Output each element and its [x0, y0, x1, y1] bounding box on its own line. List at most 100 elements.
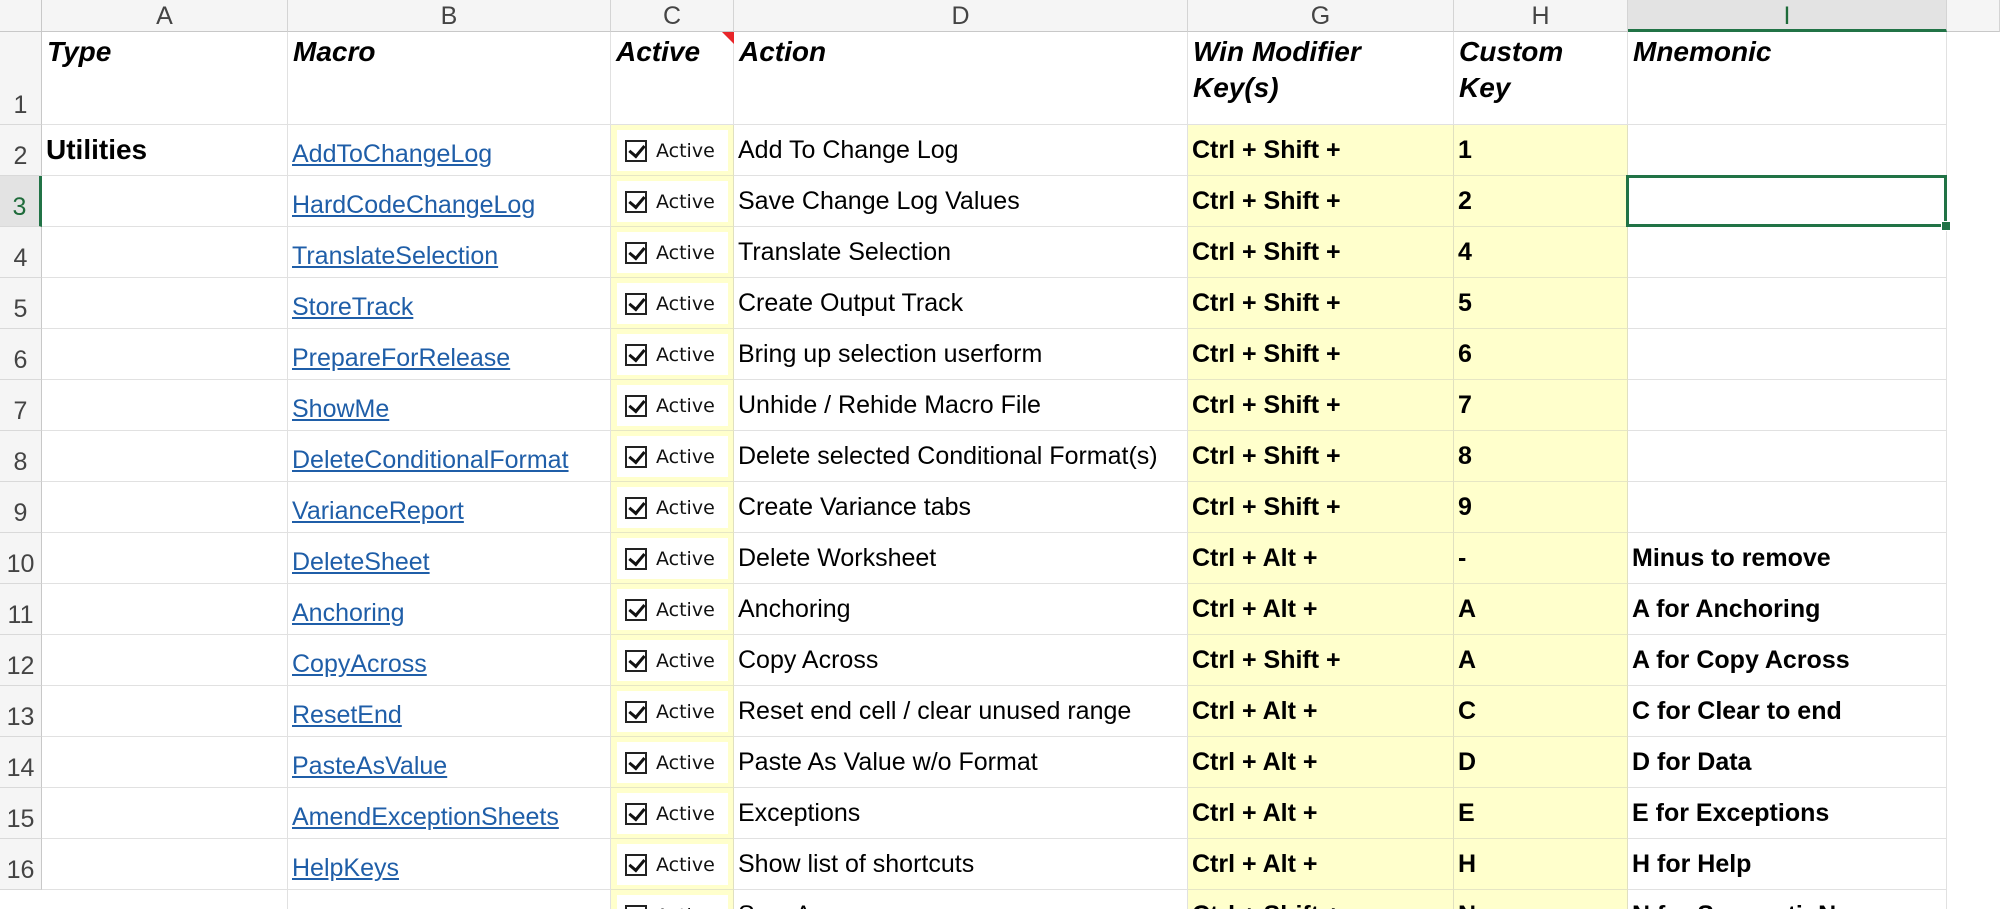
- header-cell-custom-key[interactable]: Custom Key: [1454, 32, 1628, 125]
- type-cell[interactable]: [42, 176, 288, 227]
- custom-key-cell[interactable]: 1: [1454, 125, 1628, 176]
- column-header-d[interactable]: D: [734, 0, 1188, 32]
- action-cell[interactable]: Save Change Log Values: [734, 176, 1188, 227]
- type-cell[interactable]: [42, 380, 288, 431]
- row-header-14[interactable]: 14: [0, 737, 42, 788]
- macro-link[interactable]: DeleteConditionalFormat: [292, 446, 569, 475]
- macro-link[interactable]: HelpKeys: [292, 854, 399, 883]
- active-checkbox[interactable]: Active: [617, 691, 728, 732]
- modifier-cell[interactable]: Ctrl + Shift +: [1188, 227, 1454, 278]
- checkbox-checked-icon[interactable]: [625, 802, 647, 825]
- macro-link[interactable]: HardCodeChangeLog: [292, 191, 535, 220]
- row-header-4[interactable]: 4: [0, 227, 42, 278]
- macro-cell[interactable]: VarianceReport: [288, 482, 611, 533]
- column-header-a[interactable]: A: [42, 0, 288, 32]
- custom-key-cell[interactable]: C: [1454, 686, 1628, 737]
- row-header-9[interactable]: 9: [0, 482, 42, 533]
- row-header-7[interactable]: 7: [0, 380, 42, 431]
- action-cell[interactable]: Add To Change Log: [734, 125, 1188, 176]
- active-checkbox[interactable]: Active: [617, 793, 728, 834]
- type-cell[interactable]: [42, 431, 288, 482]
- custom-key-cell[interactable]: 2: [1454, 176, 1628, 227]
- checkbox-checked-icon[interactable]: [625, 649, 647, 672]
- row-header-15[interactable]: 15: [0, 788, 42, 839]
- modifier-cell[interactable]: Ctrl + Shift +: [1188, 329, 1454, 380]
- macro-cell[interactable]: HardCodeChangeLog: [288, 176, 611, 227]
- modifier-cell[interactable]: Ctrl + Shift +: [1188, 380, 1454, 431]
- mnemonic-cell[interactable]: E for Exceptions: [1628, 788, 1947, 839]
- modifier-cell[interactable]: Ctrl + Alt +: [1188, 686, 1454, 737]
- active-checkbox[interactable]: Active: [617, 742, 728, 783]
- macro-link[interactable]: ResetEnd: [292, 701, 402, 730]
- select-all-corner[interactable]: [0, 0, 42, 32]
- macro-link[interactable]: ShowMe: [292, 395, 389, 424]
- spreadsheet-grid[interactable]: A B C D G H I 1 2 3 4 5 6 7 8 9 10 11 12 13 14 15 16 Type Macro A…: [0, 0, 2000, 909]
- mnemonic-cell[interactable]: [1628, 329, 1947, 380]
- action-cell[interactable]: Sum A: [734, 890, 1188, 909]
- macro-cell[interactable]: DeleteConditionalFormat: [288, 431, 611, 482]
- mnemonic-cell[interactable]: C for Clear to end: [1628, 686, 1947, 737]
- column-header-i[interactable]: I: [1628, 0, 1947, 32]
- mnemonic-cell[interactable]: Minus to remove: [1628, 533, 1947, 584]
- checkbox-checked-icon[interactable]: [625, 904, 647, 909]
- type-cell[interactable]: [42, 278, 288, 329]
- macro-link[interactable]: CopyAcross: [292, 650, 427, 679]
- action-cell[interactable]: Reset end cell / clear unused range: [734, 686, 1188, 737]
- checkbox-checked-icon[interactable]: [625, 394, 647, 417]
- row-header-11[interactable]: 11: [0, 584, 42, 635]
- modifier-cell[interactable]: Ctrl + Shift +: [1188, 890, 1454, 909]
- modifier-cell[interactable]: Ctrl + Shift +: [1188, 482, 1454, 533]
- macro-cell[interactable]: CopyAcross: [288, 635, 611, 686]
- custom-key-cell[interactable]: 7: [1454, 380, 1628, 431]
- column-header-h[interactable]: H: [1454, 0, 1628, 32]
- custom-key-cell[interactable]: E: [1454, 788, 1628, 839]
- active-checkbox[interactable]: Active: [617, 436, 728, 477]
- checkbox-checked-icon[interactable]: [625, 343, 647, 366]
- macro-cell[interactable]: HelpKeys: [288, 839, 611, 890]
- fill-handle[interactable]: [1941, 221, 1951, 231]
- macro-cell[interactable]: PasteAsValue: [288, 737, 611, 788]
- active-checkbox[interactable]: Active: [617, 181, 728, 222]
- action-cell[interactable]: Bring up selection userform: [734, 329, 1188, 380]
- active-checkbox[interactable]: Active: [617, 232, 728, 273]
- checkbox-checked-icon[interactable]: [625, 292, 647, 315]
- header-cell-win-modifier[interactable]: Win Modifier Key(s): [1188, 32, 1454, 125]
- type-cell[interactable]: [42, 329, 288, 380]
- active-checkbox[interactable]: Active: [617, 487, 728, 528]
- mnemonic-cell[interactable]: [1628, 431, 1947, 482]
- custom-key-cell[interactable]: A: [1454, 584, 1628, 635]
- mnemonic-cell[interactable]: H for Help: [1628, 839, 1947, 890]
- type-cell[interactable]: [42, 533, 288, 584]
- macro-cell[interactable]: StoreTrack: [288, 278, 611, 329]
- macro-link[interactable]: DeleteSheet: [292, 548, 430, 577]
- macro-link[interactable]: PasteAsValue: [292, 752, 447, 781]
- type-cell[interactable]: Utilities: [42, 125, 288, 176]
- mnemonic-cell[interactable]: N for SummatioN: [1628, 890, 1947, 909]
- row-header-16[interactable]: 16: [0, 839, 42, 890]
- action-cell[interactable]: Exceptions: [734, 788, 1188, 839]
- row-header-1[interactable]: 1: [0, 32, 42, 125]
- column-header-b[interactable]: B: [288, 0, 611, 32]
- action-cell[interactable]: Paste As Value w/o Format: [734, 737, 1188, 788]
- mnemonic-cell[interactable]: [1628, 278, 1947, 329]
- action-cell[interactable]: Translate Selection: [734, 227, 1188, 278]
- macro-cell[interactable]: [288, 890, 611, 909]
- macro-link[interactable]: TranslateSelection: [292, 242, 498, 271]
- mnemonic-cell[interactable]: [1628, 125, 1947, 176]
- macro-link[interactable]: StoreTrack: [292, 293, 413, 322]
- custom-key-cell[interactable]: 5: [1454, 278, 1628, 329]
- header-cell-type[interactable]: Type: [42, 32, 288, 125]
- custom-key-cell[interactable]: N: [1454, 890, 1628, 909]
- macro-link[interactable]: AddToChangeLog: [292, 140, 492, 169]
- header-cell-active[interactable]: Active: [611, 32, 734, 125]
- active-checkbox[interactable]: Active: [617, 283, 728, 324]
- macro-link[interactable]: PrepareForRelease: [292, 344, 510, 373]
- action-cell[interactable]: Anchoring: [734, 584, 1188, 635]
- modifier-cell[interactable]: Ctrl + Alt +: [1188, 533, 1454, 584]
- mnemonic-cell[interactable]: [1628, 227, 1947, 278]
- active-checkbox[interactable]: Active: [617, 334, 728, 375]
- active-checkbox[interactable]: Active: [617, 130, 728, 171]
- modifier-cell[interactable]: Ctrl + Alt +: [1188, 788, 1454, 839]
- action-cell[interactable]: Unhide / Rehide Macro File: [734, 380, 1188, 431]
- action-cell[interactable]: Show list of shortcuts: [734, 839, 1188, 890]
